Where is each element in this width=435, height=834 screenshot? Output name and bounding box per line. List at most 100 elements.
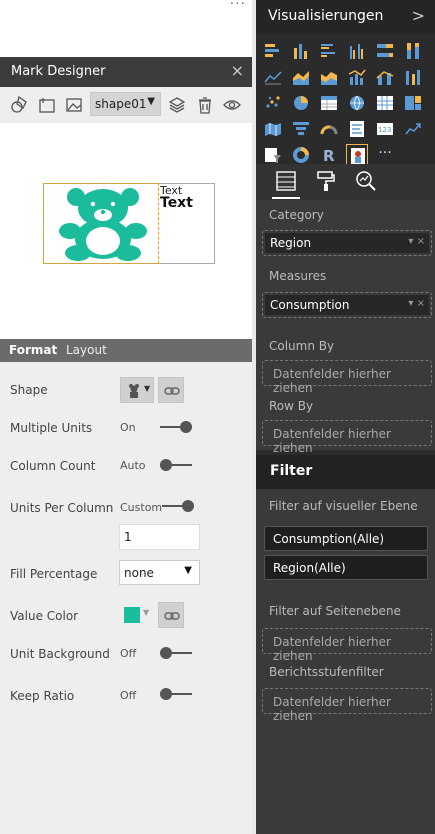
preview-text-large[interactable]: Text bbox=[160, 195, 193, 211]
mark-designer-title: Mark Designer bbox=[11, 64, 106, 79]
stacked-column-icon[interactable] bbox=[290, 40, 312, 62]
kpi-icon[interactable] bbox=[402, 118, 424, 140]
table-visual-icon[interactable] bbox=[318, 92, 340, 114]
area-chart-icon[interactable] bbox=[290, 66, 312, 88]
field-wells: Category Region ▾ × Measures Consumption… bbox=[256, 200, 435, 455]
line-column-icon[interactable] bbox=[346, 66, 368, 88]
column-by-well[interactable]: Datenfelder hierher ziehen bbox=[262, 360, 432, 395]
category-field-name: Region bbox=[270, 236, 312, 250]
treemap-icon[interactable] bbox=[402, 92, 424, 114]
link-color-button[interactable] bbox=[158, 602, 184, 628]
fill-percentage-label: Fill Percentage bbox=[10, 567, 98, 581]
drop-placeholder: Datenfelder hierher ziehen bbox=[273, 427, 391, 455]
shape-label: Shape bbox=[10, 383, 48, 397]
multiple-units-label: Multiple Units bbox=[10, 421, 93, 435]
ribbon-chart-icon[interactable] bbox=[402, 66, 424, 88]
multiple-units-toggle[interactable] bbox=[160, 421, 192, 433]
row-by-label: Row By bbox=[269, 399, 314, 413]
analytics-magnifier-icon[interactable] bbox=[354, 169, 382, 195]
text-box-icon[interactable] bbox=[37, 95, 57, 115]
units-per-column-input[interactable]: 1 bbox=[119, 524, 200, 550]
100-column-icon[interactable] bbox=[402, 40, 424, 62]
shape-select[interactable]: shape01 ▼ bbox=[90, 92, 161, 116]
shape-picker-button[interactable]: ▼ bbox=[120, 377, 154, 403]
image-icon[interactable] bbox=[64, 95, 84, 115]
pie-chart-icon[interactable] bbox=[290, 92, 312, 114]
chevron-down-icon: ▼ bbox=[144, 384, 151, 393]
shapes-icon[interactable] bbox=[9, 95, 29, 115]
layers-icon[interactable] bbox=[167, 95, 187, 115]
multiple-units-value: On bbox=[120, 421, 136, 434]
design-canvas[interactable]: Text Text bbox=[0, 123, 252, 339]
column-count-label: Column Count bbox=[10, 459, 96, 473]
active-tab-indicator bbox=[272, 197, 300, 199]
mark-designer-visual-icon[interactable] bbox=[346, 144, 368, 166]
value-color-picker[interactable]: ▼ bbox=[120, 604, 150, 626]
mark-designer-panel: ··· Mark Designer × shape01 ▼ Text Text … bbox=[0, 0, 252, 834]
tab-layout[interactable]: Layout bbox=[66, 343, 107, 357]
matrix-icon[interactable] bbox=[374, 92, 396, 114]
format-paint-roller-icon[interactable] bbox=[314, 169, 342, 195]
donut-chart-icon[interactable] bbox=[290, 144, 312, 166]
trash-icon[interactable] bbox=[195, 95, 215, 115]
more-options-icon[interactable]: ··· bbox=[230, 0, 246, 12]
stacked-bar-icon[interactable] bbox=[262, 40, 284, 62]
format-tabbar: Format Layout bbox=[0, 339, 252, 362]
scatter-chart-icon[interactable] bbox=[262, 92, 284, 114]
multi-row-card-icon[interactable] bbox=[346, 118, 368, 140]
fill-percentage-select[interactable]: none ▼ bbox=[119, 560, 200, 585]
line-stacked-column-icon[interactable] bbox=[374, 66, 396, 88]
column-count-toggle[interactable] bbox=[160, 459, 192, 471]
measures-well[interactable]: Consumption ▾ × bbox=[262, 292, 432, 318]
filter-chip-consumption[interactable]: Consumption(Alle) bbox=[264, 526, 428, 551]
field-controls[interactable]: ▾ × bbox=[408, 298, 425, 309]
drop-placeholder: Datenfelder hierher ziehen bbox=[273, 635, 391, 663]
filled-map-icon[interactable] bbox=[262, 118, 284, 140]
measures-field-pill[interactable]: Consumption ▾ × bbox=[265, 295, 429, 315]
report-level-filter-well[interactable]: Datenfelder hierher ziehen bbox=[262, 688, 432, 723]
100-bar-icon[interactable] bbox=[374, 40, 396, 62]
category-well[interactable]: Region ▾ × bbox=[262, 230, 432, 256]
page-level-filter-well[interactable]: Datenfelder hierher ziehen bbox=[262, 628, 432, 663]
designer-toolbar: shape01 ▼ bbox=[0, 87, 252, 123]
top-strip: ··· bbox=[0, 0, 252, 57]
stacked-area-icon[interactable] bbox=[318, 66, 340, 88]
filter-title: Filter bbox=[270, 463, 313, 479]
chevron-right-icon[interactable]: > bbox=[412, 6, 425, 25]
line-chart-icon[interactable] bbox=[262, 66, 284, 88]
more-visuals-icon[interactable]: ··· bbox=[374, 144, 396, 166]
close-icon[interactable]: × bbox=[231, 61, 244, 80]
funnel-icon[interactable] bbox=[290, 118, 312, 140]
clustered-bar-icon[interactable] bbox=[318, 40, 340, 62]
value-color-label: Value Color bbox=[10, 609, 79, 623]
fields-tab-icon[interactable] bbox=[274, 169, 302, 195]
unit-background-toggle[interactable] bbox=[160, 647, 192, 659]
category-label: Category bbox=[269, 208, 324, 222]
row-by-well[interactable]: Datenfelder hierher ziehen bbox=[262, 420, 432, 455]
unit-background-label: Unit Background bbox=[10, 647, 110, 661]
chevron-down-icon: ▼ bbox=[147, 96, 155, 107]
column-by-label: Column By bbox=[269, 339, 335, 353]
tab-format[interactable]: Format bbox=[9, 343, 57, 357]
selected-shape[interactable] bbox=[43, 183, 159, 264]
units-per-column-toggle[interactable] bbox=[162, 500, 194, 512]
gauge-icon[interactable] bbox=[318, 118, 340, 140]
r-visual-icon[interactable]: R bbox=[318, 144, 340, 166]
keep-ratio-toggle[interactable] bbox=[160, 688, 192, 700]
keep-ratio-value: Off bbox=[120, 689, 137, 702]
filter-chip-region[interactable]: Region(Alle) bbox=[264, 555, 428, 580]
filter-header: Filter bbox=[256, 455, 435, 489]
globe-map-icon[interactable] bbox=[346, 92, 368, 114]
report-level-filters-label: Berichtsstufenfilter bbox=[269, 665, 384, 679]
link-icon bbox=[164, 612, 180, 620]
slicer-icon[interactable] bbox=[262, 144, 284, 166]
clustered-column-icon[interactable] bbox=[346, 40, 368, 62]
category-field-pill[interactable]: Region ▾ × bbox=[265, 233, 429, 253]
link-shape-button[interactable] bbox=[158, 377, 184, 403]
card-icon[interactable]: 123 bbox=[374, 118, 396, 140]
link-icon bbox=[164, 387, 180, 395]
eye-icon[interactable] bbox=[222, 95, 242, 115]
field-controls[interactable]: ▾ × bbox=[408, 236, 425, 247]
fill-percentage-value: none bbox=[124, 566, 154, 580]
page-level-filters-label: Filter auf Seitenebene bbox=[269, 604, 401, 618]
